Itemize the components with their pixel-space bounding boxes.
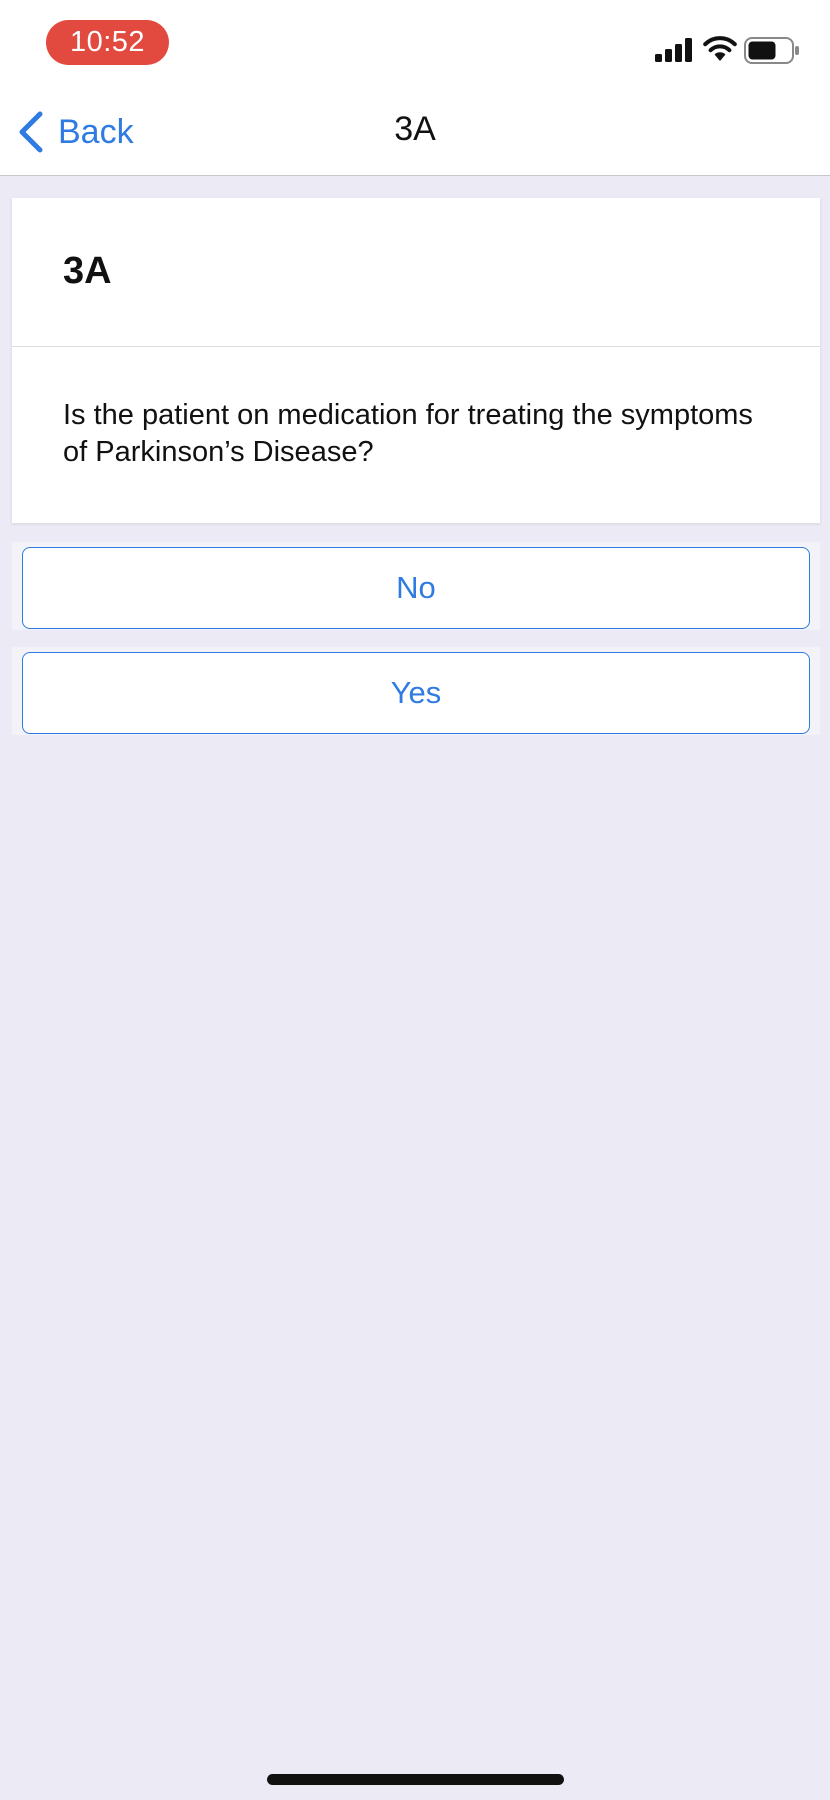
option-cell-no: No	[12, 542, 820, 630]
question-card: 3A Is the patient on medication for trea…	[12, 198, 820, 523]
cellular-signal-icon	[655, 38, 692, 62]
status-time[interactable]: 10:52	[46, 20, 169, 65]
card-header: 3A	[12, 198, 820, 347]
nav-title: 3A	[394, 110, 436, 148]
home-indicator[interactable]	[267, 1774, 564, 1785]
question-text: Is the patient on medication for treatin…	[63, 399, 753, 468]
card-body: Is the patient on medication for treatin…	[12, 347, 820, 522]
answer-yes-button[interactable]: Yes	[22, 652, 810, 734]
card-title: 3A	[63, 250, 112, 292]
screen: 10:52 Back 3A 3A Is the patient on medic…	[0, 0, 830, 1800]
navigation-bar: Back 3A	[0, 88, 830, 176]
status-bar: 10:52	[0, 0, 830, 88]
wifi-icon	[703, 36, 737, 61]
option-cell-yes: Yes	[12, 647, 820, 735]
battery-icon	[744, 37, 799, 64]
answer-no-button[interactable]: No	[22, 547, 810, 629]
